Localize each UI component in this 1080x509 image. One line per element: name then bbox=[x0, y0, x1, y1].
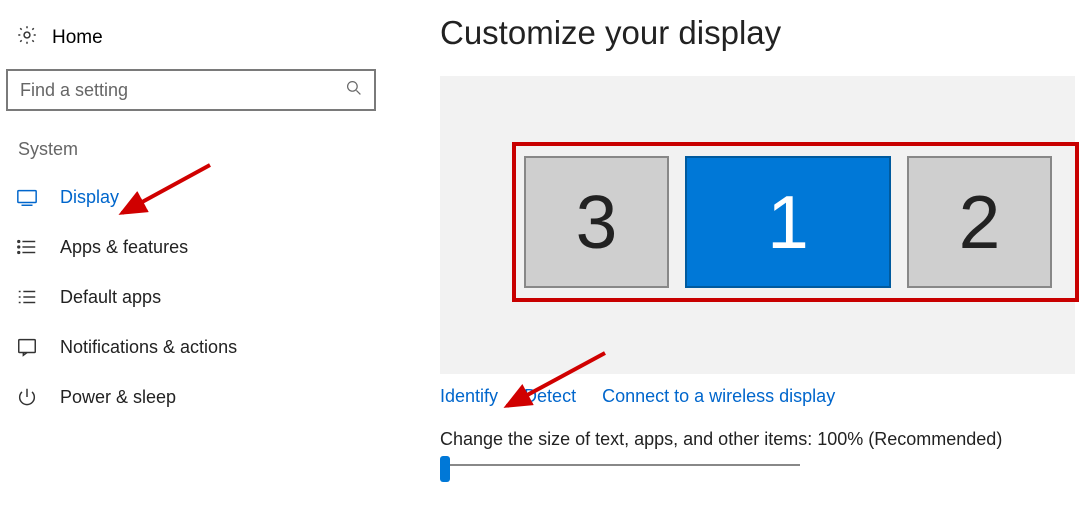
sidebar-item-notifications[interactable]: Notifications & actions bbox=[6, 322, 380, 372]
page-title: Customize your display bbox=[440, 14, 1080, 52]
sidebar-item-label-display: Display bbox=[60, 187, 119, 208]
monitor-3[interactable]: 3 bbox=[524, 156, 669, 288]
scale-label: Change the size of text, apps, and other… bbox=[440, 429, 1080, 450]
list-icon bbox=[16, 236, 38, 258]
sidebar-item-label-default: Default apps bbox=[60, 287, 161, 308]
gear-icon bbox=[16, 24, 38, 51]
monitor-1[interactable]: 1 bbox=[685, 156, 891, 288]
monitor-2[interactable]: 2 bbox=[907, 156, 1052, 288]
sidebar-item-label-notif: Notifications & actions bbox=[60, 337, 237, 358]
home-label: Home bbox=[52, 27, 103, 49]
notifications-icon bbox=[16, 336, 38, 358]
display-arrangement-panel[interactable]: 3 1 2 bbox=[440, 76, 1075, 374]
sidebar-item-display[interactable]: Display bbox=[6, 172, 380, 222]
grid-icon bbox=[16, 286, 38, 308]
sidebar-item-label-apps: Apps & features bbox=[60, 237, 188, 258]
power-icon bbox=[16, 386, 38, 408]
identify-link[interactable]: Identify bbox=[440, 386, 498, 407]
display-actions-row: Identify Detect Connect to a wireless di… bbox=[440, 386, 1080, 407]
section-header-system: System bbox=[18, 139, 380, 160]
monitors-highlight-box: 3 1 2 bbox=[512, 142, 1079, 302]
sidebar-item-default-apps[interactable]: Default apps bbox=[6, 272, 380, 322]
detect-link[interactable]: Detect bbox=[524, 386, 576, 407]
connect-wireless-link[interactable]: Connect to a wireless display bbox=[602, 386, 835, 407]
search-input-container[interactable] bbox=[6, 69, 376, 111]
scale-slider-thumb[interactable] bbox=[440, 456, 450, 482]
sidebar-item-apps-features[interactable]: Apps & features bbox=[6, 222, 380, 272]
display-icon bbox=[16, 186, 38, 208]
search-icon bbox=[346, 80, 362, 101]
home-button[interactable]: Home bbox=[6, 18, 380, 61]
search-input[interactable] bbox=[20, 80, 346, 101]
sidebar-item-power-sleep[interactable]: Power & sleep bbox=[6, 372, 380, 422]
scale-slider[interactable] bbox=[440, 464, 800, 466]
sidebar-item-label-power: Power & sleep bbox=[60, 387, 176, 408]
